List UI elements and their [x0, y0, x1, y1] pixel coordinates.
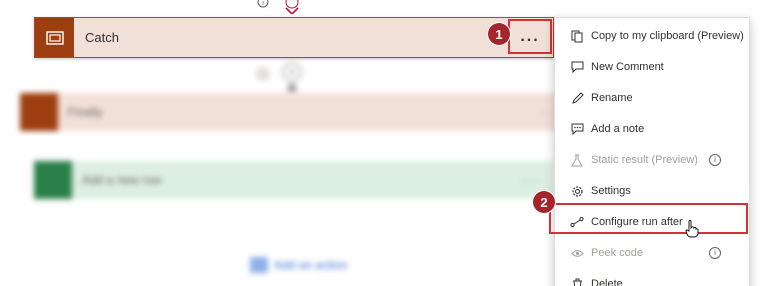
menu-item-delete[interactable]: Delete — [555, 269, 749, 286]
excel-icon — [34, 161, 72, 199]
scope-icon — [35, 18, 74, 57]
context-menu: Copy to my clipboard (Preview) New Comme… — [554, 17, 750, 286]
more-options-button[interactable]: ... — [508, 19, 552, 54]
note-icon — [570, 122, 584, 136]
add-step-connector[interactable]: + — [252, 60, 312, 96]
eye-icon — [570, 246, 584, 260]
step-badge-1: 1 — [488, 23, 510, 45]
menu-item-label: Static result (Preview) — [591, 154, 698, 166]
add-action-label: Add an action — [274, 258, 348, 272]
finally-scope-card[interactable]: Finally · · — [20, 93, 565, 131]
comment-icon — [570, 60, 584, 74]
flask-icon — [570, 153, 584, 167]
finally-title: Finally — [68, 105, 103, 119]
menu-item-configure-run-after[interactable]: Configure run after — [555, 207, 749, 237]
menu-item-label: Settings — [591, 185, 631, 197]
step-badge-2: 2 — [533, 191, 555, 213]
menu-item-new-comment[interactable]: New Comment — [555, 52, 749, 82]
menu-item-peek-code[interactable]: Peek code i — [555, 238, 749, 268]
scope-icon — [20, 93, 58, 131]
finally-more-button[interactable]: · · — [540, 93, 551, 131]
menu-item-label: Peek code — [591, 247, 643, 259]
menu-item-label: Copy to my clipboard (Preview) — [591, 30, 744, 42]
menu-item-settings[interactable]: Settings — [555, 176, 749, 206]
trash-icon — [570, 277, 584, 286]
catch-scope-card[interactable]: Catch ... — [34, 17, 554, 58]
menu-item-label: Add a note — [591, 123, 645, 135]
add-row-action-card[interactable]: Add a new row · · · — [34, 161, 554, 199]
menu-item-copy-to-clipboard[interactable]: Copy to my clipboard (Preview) — [555, 21, 749, 51]
gear-icon — [570, 184, 584, 198]
menu-item-label: Configure run after — [591, 216, 683, 228]
add-action-link[interactable]: Add an action — [250, 256, 347, 274]
menu-item-add-a-note[interactable]: Add a note — [555, 114, 749, 144]
info-icon[interactable]: i — [709, 247, 721, 259]
add-action-icon — [250, 257, 268, 273]
catch-title: Catch — [85, 30, 119, 45]
add-row-title: Add a new row — [82, 173, 162, 187]
menu-item-label: Delete — [591, 278, 623, 286]
clipboard-icon — [570, 29, 584, 43]
info-icon[interactable]: i — [709, 154, 721, 166]
hand-cursor-icon — [685, 220, 699, 238]
menu-item-label: New Comment — [591, 61, 664, 73]
pencil-icon — [570, 91, 584, 105]
svg-text:+: + — [288, 65, 295, 79]
menu-item-static-result[interactable]: Static result (Preview) i — [555, 145, 749, 175]
run-after-icon — [570, 215, 584, 229]
menu-item-rename[interactable]: Rename — [555, 83, 749, 113]
menu-item-label: Rename — [591, 92, 633, 104]
top-connector: i — [257, 0, 299, 14]
